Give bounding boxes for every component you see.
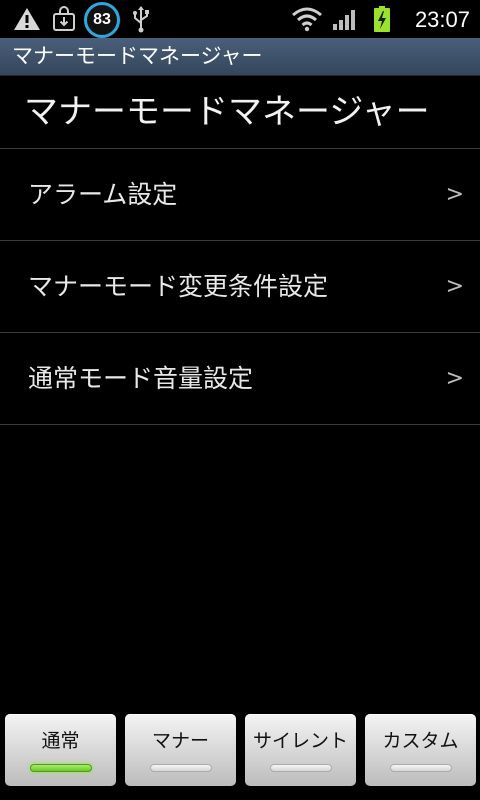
mode-button-label: マナー: [151, 730, 209, 752]
battery-icon: [370, 0, 394, 38]
mode-active-indicator: [30, 764, 92, 772]
mode-button-silent[interactable]: サイレント: [245, 714, 356, 786]
mode-button-custom[interactable]: カスタム: [365, 714, 476, 786]
mode-button-normal[interactable]: 通常: [5, 714, 116, 786]
download-icon: [50, 0, 78, 38]
page-heading-row: マナーモードマネージャー: [0, 76, 480, 149]
warning-icon: [12, 0, 42, 38]
menu-item-normal-volume-settings[interactable]: 通常モード音量設定 >: [0, 333, 480, 425]
mode-button-label: カスタム: [382, 730, 459, 752]
battery-percent-badge: 83: [84, 2, 120, 38]
mode-button-manner[interactable]: マナー: [125, 714, 236, 786]
menu-item-label: 通常モード音量設定: [28, 364, 254, 393]
mode-button-bar: 通常 マナー サイレント カスタム: [0, 706, 480, 800]
menu-item-manner-condition-settings[interactable]: マナーモード変更条件設定 >: [0, 241, 480, 333]
menu-item-label: マナーモード変更条件設定: [28, 272, 329, 301]
menu-item-label: アラーム設定: [28, 180, 178, 209]
chevron-right-icon: >: [445, 182, 464, 207]
chevron-right-icon: >: [445, 366, 464, 391]
mode-inactive-indicator: [150, 764, 212, 772]
mode-button-label: 通常: [41, 730, 80, 752]
signal-icon: [330, 0, 360, 38]
status-bar: 83 23:07: [0, 0, 480, 38]
page-title: マナーモードマネージャー: [24, 92, 430, 132]
clock: 23:07: [414, 7, 470, 32]
battery-percent-text: 83: [93, 11, 111, 28]
app-title: マナーモードマネージャー: [12, 44, 263, 68]
menu-item-alarm-settings[interactable]: アラーム設定 >: [0, 149, 480, 241]
usb-icon: [130, 0, 152, 38]
chevron-right-icon: >: [445, 274, 464, 299]
wifi-icon: [290, 0, 324, 38]
settings-menu: アラーム設定 > マナーモード変更条件設定 > 通常モード音量設定 >: [0, 149, 480, 425]
app-title-bar: マナーモードマネージャー: [0, 38, 480, 76]
mode-inactive-indicator: [270, 764, 332, 772]
mode-inactive-indicator: [390, 764, 452, 772]
mode-button-label: サイレント: [252, 730, 348, 752]
